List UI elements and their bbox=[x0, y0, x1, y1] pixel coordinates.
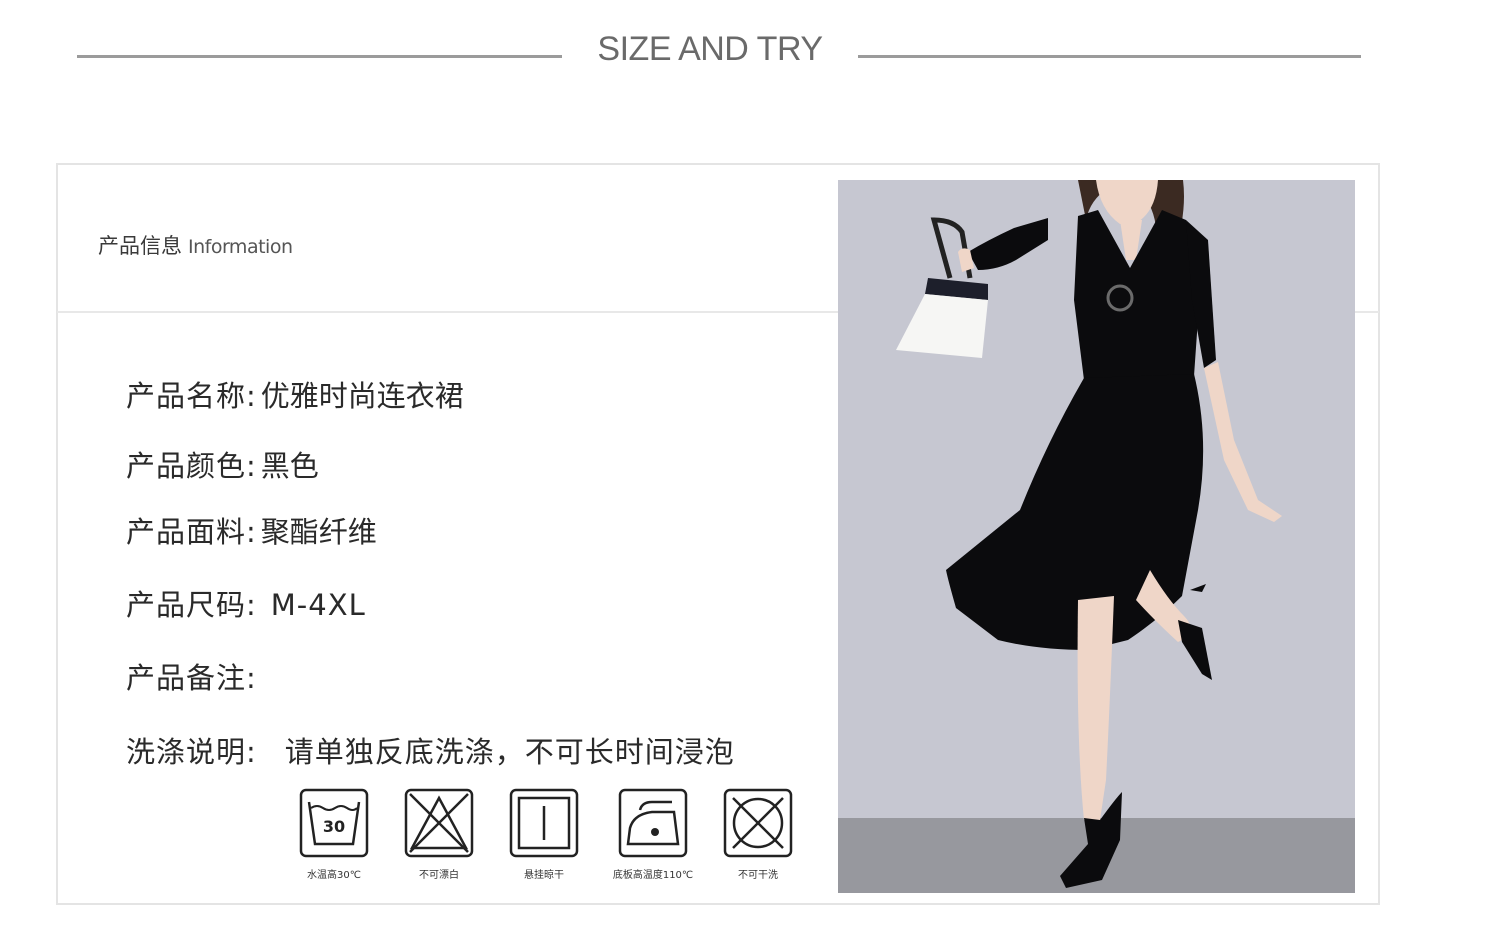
row-product-name: 产品名称: 优雅时尚连衣裙 bbox=[126, 373, 464, 415]
row-product-size: 产品尺码: M-4XL bbox=[126, 582, 366, 624]
row-wash-instructions: 洗涤说明: 请单独反底洗涤，不可长时间浸泡 bbox=[126, 729, 735, 771]
wash-30-icon: 30 bbox=[299, 788, 369, 858]
hang-dry-icon bbox=[509, 788, 579, 858]
row-value: 请单独反底洗涤，不可长时间浸泡 bbox=[284, 735, 735, 769]
row-label: 洗涤说明: bbox=[126, 735, 257, 769]
care-symbol: 不可干洗 bbox=[715, 780, 801, 888]
row-product-color: 产品颜色: 黑色 bbox=[126, 443, 319, 485]
care-symbol: 底板高温度110℃ bbox=[610, 780, 696, 888]
row-value: M-4XL bbox=[270, 588, 366, 622]
row-value: 黑色 bbox=[260, 449, 319, 483]
row-label: 产品颜色: bbox=[126, 449, 257, 483]
section-title: SIZE AND TRY bbox=[597, 30, 823, 68]
care-caption: 水温高30℃ bbox=[307, 870, 361, 881]
row-value: 优雅时尚连衣裙 bbox=[260, 379, 464, 413]
row-label: 产品尺码: bbox=[126, 588, 257, 622]
row-label: 产品名称: bbox=[126, 379, 257, 413]
info-heading-cn: 产品信息 bbox=[98, 234, 182, 258]
care-symbol: 30 水温高30℃ bbox=[291, 780, 377, 888]
row-product-note: 产品备注: bbox=[126, 655, 261, 697]
row-value: 聚酯纤维 bbox=[260, 515, 377, 549]
wash-temperature-label: 30 bbox=[323, 817, 345, 836]
header-rule-left bbox=[77, 55, 562, 58]
row-label: 产品面料: bbox=[126, 515, 257, 549]
care-caption: 不可干洗 bbox=[738, 870, 778, 881]
care-caption: 不可漂白 bbox=[419, 870, 459, 881]
no-bleach-icon bbox=[404, 788, 474, 858]
iron-icon bbox=[618, 788, 688, 858]
care-caption: 悬挂晾干 bbox=[524, 870, 564, 881]
header-rule-right bbox=[858, 55, 1361, 58]
care-caption: 底板高温度110℃ bbox=[612, 870, 694, 881]
care-symbol: 悬挂晾干 bbox=[501, 780, 587, 888]
row-product-fabric: 产品面料: 聚酯纤维 bbox=[126, 509, 377, 551]
no-dry-clean-icon bbox=[723, 788, 793, 858]
care-symbol: 不可漂白 bbox=[396, 780, 482, 888]
row-label: 产品备注: bbox=[126, 661, 257, 695]
info-heading-en: Information bbox=[188, 236, 293, 258]
product-photo bbox=[838, 180, 1355, 893]
info-heading: 产品信息 Information bbox=[98, 230, 293, 260]
